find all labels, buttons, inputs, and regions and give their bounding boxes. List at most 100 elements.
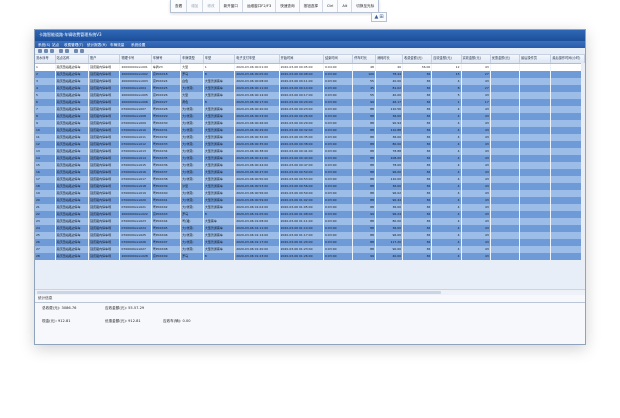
settings-icon[interactable]	[80, 49, 84, 53]
table-row[interactable]: 13 延庆西站路边停车 延庆路内停车场 K700000xxx013 粤P0XX34 大(非…	[35, 148, 585, 155]
table-row[interactable]: 20 延庆西站路边停车 延庆路内停车场 K700000xxx020 粤P0XX41 大(非…	[35, 197, 585, 204]
table-cell: K700000xxx023	[119, 218, 152, 225]
column-header[interactable]: 站点名称	[55, 55, 90, 64]
table-cell: 81.02	[375, 85, 404, 92]
table-cell: 延庆路内停车场	[88, 106, 121, 113]
table-row[interactable]: 14 延庆西站路边停车 延庆路内停车场 K700000xxx014 粤P0XX35 大(非…	[35, 155, 585, 162]
command-button[interactable]: 快速查询	[276, 0, 300, 12]
menu-item[interactable]: 车辆流量	[110, 43, 124, 48]
table-row[interactable]: 4 延庆西站路边停车 延庆路内停车场 K700000xxx004 粤P0XX25 大(非营…	[35, 85, 585, 92]
table-cell: 大(非营)	[180, 127, 204, 134]
table-row[interactable]: 21 延庆西站路边停车 延庆路内停车场 K700000xxx021 粤P0XX42 大(非…	[35, 204, 585, 211]
table-row[interactable]: 12 延庆西站路边停车 延庆路内停车场 K700000xxx012 粤P0XX33 大(非…	[35, 141, 585, 148]
table-cell	[519, 113, 552, 120]
table-cell: 大(非营)	[180, 134, 204, 141]
column-header[interactable]: 电子支付车型	[234, 55, 280, 64]
table-cell: 43	[461, 183, 491, 190]
export-icon[interactable]	[65, 49, 69, 53]
column-header[interactable]: 车牌号	[151, 55, 182, 64]
table-row[interactable]: 23 延庆西站路边停车 延庆路内停车场 K700000xxx023 粤P0XX44 粤(湘…	[35, 218, 585, 225]
column-header[interactable]: 应收金额(元)	[431, 55, 462, 64]
command-button[interactable]: 新开窗口	[220, 0, 243, 12]
column-header[interactable]: 实收金额(元)	[461, 55, 491, 64]
table-cell	[490, 134, 520, 141]
table-cell	[519, 71, 552, 78]
menu-item[interactable]: 系统(S)	[38, 43, 50, 48]
command-button[interactable]: 查看	[171, 0, 188, 12]
table-cell	[490, 127, 520, 134]
column-header[interactable]: 车牌类型	[180, 55, 204, 64]
vertical-scrollbar[interactable]	[581, 63, 585, 287]
collapse-icon[interactable]: ▲	[374, 14, 378, 20]
table-cell: 延庆西站路边停车	[55, 92, 90, 99]
table-row[interactable]: 25 延庆西站路边停车 延庆路内停车场 K700000xxx025 粤P0XX46 大(非…	[35, 232, 585, 239]
table-cell: 大型普通客车	[203, 141, 236, 148]
table-cell: 21	[35, 204, 56, 211]
table-row[interactable]: 22 延庆西站路边停车 延庆路内停车场 20000000xxx022 京P0XX43 罗马…	[35, 211, 585, 218]
table-row[interactable]: 28 延庆西站路边停车 延庆路内停车场 20000000xxx028 京P0XX49 罗马…	[35, 253, 585, 260]
table-cell: 0:04:00	[323, 63, 354, 71]
table-row[interactable]: 24 延庆西站路边停车 延庆路内停车场 K700000xxx024 粤P0XX45 大(非…	[35, 225, 585, 232]
table-row[interactable]: 16 延庆西站路边停车 延庆路内停车场 K700000xxx016 粤P0XX37 大(非…	[35, 169, 585, 176]
refresh-icon[interactable]	[74, 49, 78, 53]
table-cell: 延庆西站路边停车	[55, 99, 90, 106]
table-row[interactable]: 8 延庆西站路边停车 延庆路内停车场 K700000xxx008 粤P0XX29 大(非营…	[35, 113, 585, 120]
column-header[interactable]: 物理卡号	[119, 55, 152, 64]
command-button[interactable]: 运维窗口F2/F3	[243, 0, 277, 12]
table-cell: 88	[352, 120, 376, 127]
menu-item[interactable]: 统计报表(R)	[87, 43, 107, 48]
table-row[interactable]: 17 延庆西站路边停车 延庆路内停车场 K700000xxx017 粤P0XX38 大(非…	[35, 176, 585, 183]
save-icon[interactable]	[50, 49, 54, 53]
table-row[interactable]: 27 延庆西站路边停车 延庆路内停车场 K700000xxx027 粤P0XX48 大(非…	[35, 246, 585, 253]
table-row[interactable]: 2 延庆西站路边停车 延庆路内停车场 20000000xxx002 京P0XX18 罗马 8…	[35, 71, 585, 78]
column-header[interactable]: 流水序号	[35, 55, 56, 64]
column-header[interactable]: 消耗时长	[375, 55, 404, 64]
table-row[interactable]: 10 延庆西站路边停车 延庆路内停车场 K700000xxx010 粤P0XX31 大(非…	[35, 127, 585, 134]
table-body: 1 延庆西站路边停车 延庆路内停车场 20000000xxx001 车牌23 大型 1 202…	[35, 63, 585, 260]
column-header[interactable]: 车型	[203, 55, 236, 64]
menu-item[interactable]: 系统设置	[131, 43, 145, 48]
column-header[interactable]: 收费金额(元)	[402, 55, 433, 64]
command-button[interactable]: 切换至光标	[352, 0, 378, 12]
column-header[interactable]: 账户	[88, 55, 121, 64]
table-row[interactable]: 3 延庆西站路边停车 延庆路内停车场 20000000xxx003 京P0XX24 白色大…	[35, 78, 585, 85]
table-cell: 36	[402, 127, 433, 134]
table-row[interactable]: 11 延庆西站路边停车 延庆路内停车场 K700000xxx011 粤P0XX32 大(非…	[35, 134, 585, 141]
print-icon[interactable]	[59, 49, 63, 53]
table-row[interactable]: 26 延庆西站路边停车 延庆路内停车场 K700000xxx026 粤P0XX47 大(非…	[35, 239, 585, 246]
column-header[interactable]: 最后操作时间(小时)	[550, 55, 585, 64]
command-button[interactable]: 增加	[187, 0, 204, 12]
command-button[interactable]: 按钮选择	[300, 0, 323, 12]
table-row[interactable]: 7 延庆西站路边停车 延庆路内停车场 K700000xxx007 粤P0XX28 大(非营…	[35, 106, 585, 113]
command-button[interactable]: 修改	[203, 0, 220, 12]
menu-item[interactable]: 收费管理(T)	[64, 43, 83, 48]
grid-icon[interactable]: ⊞	[379, 14, 383, 20]
side-control[interactable]: ▲ ⊞	[371, 12, 387, 22]
table-row[interactable]: 9 延庆西站路边停车 延庆路内停车场 K700000xxx009 粤P0XX30 大(非营…	[35, 120, 585, 127]
new-icon[interactable]	[38, 49, 42, 53]
table-cell: 0:03:00	[323, 197, 354, 204]
table-cell: 36	[402, 113, 433, 120]
table-row[interactable]: 6 延庆西站路边停车 延庆路内停车场 20000000xxx006 京P0XX27 黄色 8…	[35, 99, 585, 106]
command-button[interactable]: Alt	[338, 0, 353, 12]
table-cell: 20000000xxx005	[119, 92, 152, 99]
scrollbar-thumb[interactable]	[37, 291, 441, 294]
summary-field: 现金(元): 912.81	[42, 319, 71, 323]
table-row[interactable]: 15 延庆西站路边停车 延庆路内停车场 K700000xxx015 粤P0XX36 大(非…	[35, 162, 585, 169]
menu-item[interactable]: 站点	[52, 43, 59, 48]
command-button[interactable]: Ctrl	[323, 0, 339, 12]
table-cell: 2020-03-06 01:23:00	[279, 246, 325, 253]
table-cell: 大型普通客车	[203, 204, 236, 211]
column-header[interactable]: 最后操作员	[519, 55, 552, 64]
column-header[interactable]: 结束时间	[323, 55, 354, 64]
table-row[interactable]: 5 延庆西站路边停车 延庆路内停车场 20000000xxx005 京P0XX26 大型大…	[35, 92, 585, 99]
table-row[interactable]: 1 延庆西站路边停车 延庆路内停车场 20000000xxx001 车牌23 大型 1 202…	[35, 63, 585, 71]
table-cell: 36	[402, 85, 433, 92]
table-row[interactable]: 19 延庆西站路边停车 延庆路内停车场 K700000xxx019 粤P0XX40 大(非…	[35, 190, 585, 197]
table-row[interactable]: 18 延庆西站路边停车 延庆路内停车场 K700000xxx018 粤P0XX39 沪型大…	[35, 183, 585, 190]
column-header[interactable]: 开始时间	[279, 55, 325, 64]
column-header[interactable]: 优惠金额(元)	[490, 55, 520, 64]
open-icon[interactable]	[44, 49, 48, 53]
table-cell: 19	[35, 190, 56, 197]
column-header[interactable]: 停车时长	[352, 55, 376, 64]
